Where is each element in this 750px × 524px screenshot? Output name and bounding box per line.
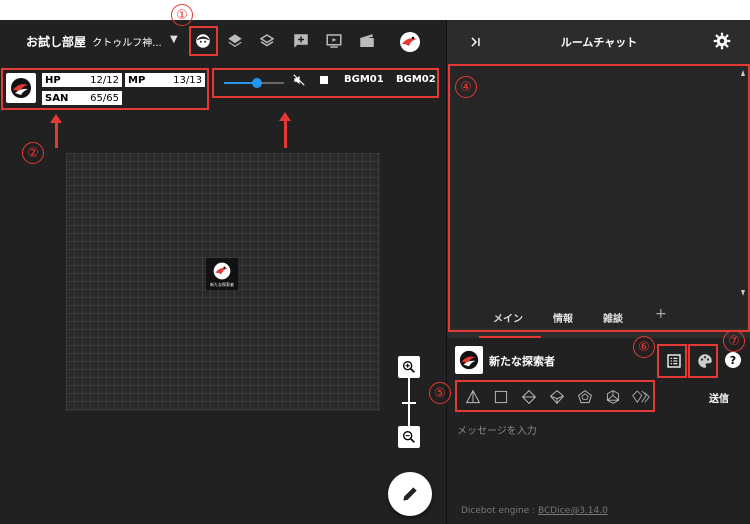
- edit-button[interactable]: [388, 472, 432, 516]
- zoom-slider-knob[interactable]: [402, 402, 416, 404]
- annotation-number-6: ⑥: [633, 336, 655, 358]
- layers-icon[interactable]: [224, 30, 246, 52]
- layers-outline-icon[interactable]: [256, 30, 278, 52]
- tab-info[interactable]: 情報: [553, 310, 573, 325]
- room-name-label: お試し部屋: [26, 35, 87, 49]
- dicebot-link[interactable]: BCDice@3.14.0: [538, 506, 608, 516]
- annotation-arrow-3: [279, 112, 291, 148]
- room-name[interactable]: お試し部屋 クトゥルフ神...: [26, 33, 162, 50]
- annotation-arrow-2: [50, 114, 62, 148]
- token-label: 新たな探索者: [210, 281, 234, 287]
- chat-header: ルームチャット: [447, 20, 750, 64]
- tab-chat[interactable]: 雑談: [603, 310, 623, 325]
- send-button[interactable]: 送信: [709, 390, 729, 405]
- annotation-box-6: [657, 344, 687, 378]
- chat-title: ルームチャット: [560, 36, 638, 49]
- add-tab-button[interactable]: +: [655, 306, 667, 322]
- chat-tabs: メイン 情報 雑談 +: [447, 302, 750, 330]
- chat-input-area: 新たな探索者 ⑥ ⑦ ? ⑤ 送信 メッセージを入力 Dicebot engin…: [429, 330, 750, 524]
- app-window: お試し部屋 クトゥルフ神... ▼ ① HP 12/12 MP 13/13 SAN 6…: [0, 4, 750, 524]
- character-avatar-logo-icon: [459, 350, 479, 370]
- help-button[interactable]: ?: [725, 352, 741, 368]
- annotation-box-7: [688, 344, 718, 378]
- token-logo-icon: [213, 262, 231, 279]
- room-system-label: クトゥルフ神...: [92, 38, 162, 49]
- character-name[interactable]: 新たな探索者: [489, 353, 555, 369]
- app-logo-icon[interactable]: [397, 29, 423, 55]
- annotation-box-2: [1, 68, 209, 110]
- zoom-in-icon[interactable]: [398, 356, 420, 378]
- character-token[interactable]: 新たな探索者: [206, 258, 238, 290]
- zoom-out-icon[interactable]: [398, 426, 420, 448]
- add-comment-icon[interactable]: [290, 30, 312, 52]
- annotation-box-4: [448, 64, 750, 332]
- annotation-number-2: ②: [22, 142, 44, 164]
- annotation-box-1: [189, 26, 218, 56]
- annotation-number-4: ④: [455, 76, 477, 98]
- pencil-icon: [403, 487, 417, 501]
- video-icon[interactable]: [323, 30, 345, 52]
- movie-icon[interactable]: [356, 30, 378, 52]
- gear-icon[interactable]: [713, 32, 731, 54]
- annotation-box-3: [212, 68, 439, 98]
- zoom-slider[interactable]: [408, 378, 410, 430]
- dicebot-footer: Dicebot engine : BCDice@3.14.0: [461, 506, 608, 516]
- character-avatar[interactable]: [455, 346, 483, 374]
- dicebot-label: Dicebot engine :: [461, 506, 538, 516]
- annotation-box-5: [455, 380, 655, 412]
- annotation-number-5: ⑤: [429, 382, 451, 404]
- message-input[interactable]: メッセージを入力: [457, 422, 537, 437]
- tab-main[interactable]: メイン: [493, 310, 523, 325]
- annotation-number-1: ①: [171, 4, 193, 26]
- annotation-number-7: ⑦: [723, 330, 745, 352]
- chevron-down-icon[interactable]: ▼: [170, 34, 178, 45]
- chat-panel: ルームチャット ④ メイン 情報 雑談 + 新たな探索者 ⑥ ⑦ ? ⑤ 送信 …: [429, 20, 750, 524]
